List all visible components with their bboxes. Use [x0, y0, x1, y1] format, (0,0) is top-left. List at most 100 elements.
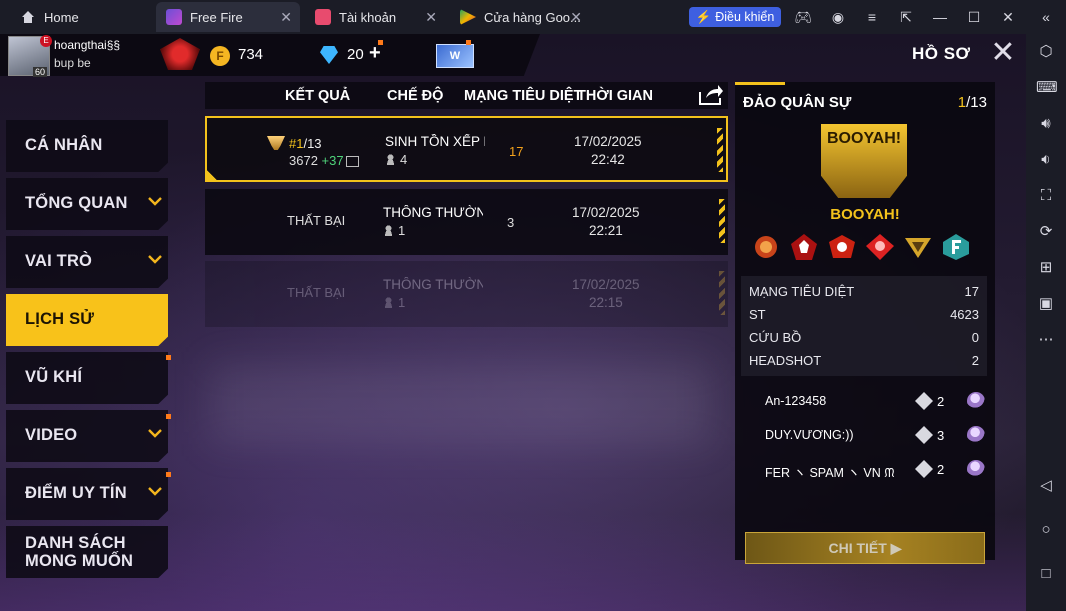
badge-gold-triangle-icon [905, 238, 931, 258]
nav-item-history[interactable]: LỊCH SỬ [6, 294, 168, 346]
details-button[interactable]: CHI TIẾT ▶ [745, 532, 985, 564]
avatar[interactable]: E 60 [8, 35, 52, 77]
menu-icon[interactable]: ≡ [863, 8, 881, 26]
booyah-banner-image: BOOYAH! [821, 124, 907, 198]
close-tab-icon[interactable]: ✕ [570, 9, 582, 26]
teammate-row[interactable]: FER ヽ SPAM ヽ VN ᙏ 2 [741, 454, 987, 488]
nav-item-label: LỊCH SỬ [25, 310, 95, 328]
match-row[interactable]: THẤT BẠI THÔNG THƯỜNG-I 1 3 17/02/2025 2… [205, 189, 728, 255]
teammates-list: An-123458 2 DUY.VƯƠNG:)) 3 FER ヽ SPAM ヽ … [741, 386, 987, 488]
nav-item-weapons[interactable]: VŨ KHÍ [6, 352, 168, 404]
row-stripe [719, 199, 725, 243]
notification-dot [166, 355, 171, 360]
teammate-kills: 3 [937, 428, 945, 443]
volume-down-icon[interactable]: 🔉︎ [1036, 150, 1056, 170]
match-row[interactable]: #1/13 3672 +37 SINH TỒN XẾP HẠNG 4 17 17… [205, 116, 728, 182]
add-friend-icon[interactable] [967, 392, 985, 410]
apk-icon[interactable]: ▣ [1036, 294, 1056, 314]
home-circle-icon[interactable]: ○ [1036, 520, 1056, 540]
multi-instance-icon[interactable]: ⊞ [1036, 258, 1056, 278]
rank-letter-badge: E [40, 35, 52, 47]
badge-teal-f-icon [943, 234, 969, 260]
nav-item-label: ĐIỂM UY TÍN [25, 484, 127, 502]
nav-item-overview[interactable]: TỔNG QUAN [6, 178, 168, 230]
teammate-name: DUY.VƯƠNG:)) [765, 428, 854, 442]
add-friend-icon[interactable] [967, 426, 985, 444]
nav-item-video[interactable]: VIDEO [6, 410, 168, 462]
booyah-banner-text: BOOYAH! [827, 130, 902, 147]
teammate-row[interactable]: DUY.VƯƠNG:)) 3 [741, 420, 987, 454]
column-header-result: KẾT QUẢ [285, 88, 351, 104]
notification-dot [166, 472, 171, 477]
account-icon [315, 9, 331, 25]
add-diamond-button[interactable]: + [369, 42, 381, 65]
settings-hex-icon[interactable]: ⬡ [1036, 42, 1056, 62]
play-store-icon [460, 9, 476, 25]
collapse-sidebar-icon[interactable]: « [1037, 8, 1055, 26]
fullscreen-icon[interactable]: ⇱ [897, 8, 915, 26]
recents-icon[interactable]: □ [1036, 564, 1056, 584]
match-date: 17/02/2025 [572, 205, 640, 220]
tab-free-fire[interactable]: Free Fire ✕ [156, 2, 300, 32]
user-icon[interactable]: ◉ [829, 8, 847, 26]
badge-eagle-red-icon [866, 234, 894, 260]
tab-account[interactable]: Tài khoản ✕ [305, 2, 445, 32]
chevron-down-icon [148, 252, 162, 266]
details-button-label: CHI TIẾT [828, 540, 887, 556]
tab-label: Cửa hàng Goo... [484, 9, 581, 25]
controls-button[interactable]: ⚡ Điều khiển [689, 7, 781, 27]
gold-coin-icon: F [210, 46, 230, 66]
close-tab-icon[interactable]: ✕ [280, 9, 292, 26]
row-corner [206, 169, 218, 181]
stat-row: MẠNG TIÊU DIỆT 17 [749, 284, 979, 299]
map-name: ĐẢO QUÂN SỰ [743, 94, 852, 111]
minimize-icon[interactable]: — [931, 8, 949, 26]
nav-item-role[interactable]: VAI TRÒ [6, 236, 168, 288]
keyboard-icon[interactable]: ⌨ [1036, 78, 1058, 98]
tab-label: Home [44, 9, 79, 25]
achievement-badges [751, 232, 971, 262]
badge-flame-icon [755, 236, 777, 258]
more-icon[interactable]: ⋯ [1036, 330, 1056, 350]
game-viewport: E 60 hoangthai§§ bup be F 734 20 + W HỒ … [0, 34, 1026, 611]
tab-home[interactable]: Home [10, 2, 150, 32]
nav-item-credit-score[interactable]: ĐIỂM UY TÍN [6, 468, 168, 520]
nav-item-wishlist[interactable]: DANH SÁCH MONG MUỐN [6, 526, 168, 578]
screenshot-icon[interactable]: ⛶ [1036, 186, 1056, 206]
badge-star-red-icon [791, 234, 817, 260]
close-window-icon[interactable]: ✕ [999, 8, 1017, 26]
play-arrow-icon: ▶ [890, 540, 902, 556]
controls-label: Điều khiển [715, 10, 775, 24]
match-mode: THÔNG THƯỜNG-I [383, 205, 483, 220]
gamepad-icon[interactable]: 🎮︎ [794, 8, 812, 26]
rotate-icon[interactable]: ⟳ [1036, 222, 1056, 242]
volume-up-icon[interactable]: 🔊︎ [1036, 114, 1056, 134]
person-icon [383, 225, 394, 236]
close-icon[interactable]: ✕ [990, 38, 1016, 68]
chevron-down-icon [148, 194, 162, 208]
close-tab-icon[interactable]: ✕ [425, 9, 437, 26]
profile-nav: CÁ NHÂN TỔNG QUAN VAI TRÒ LỊCH SỬ VŨ KHÍ… [6, 120, 168, 584]
stat-row: CỨU BỒ 0 [749, 330, 979, 345]
level-badge: 60 [33, 67, 48, 77]
tab-google-play[interactable]: Cửa hàng Goo... ✕ [450, 2, 590, 32]
nav-item-personal[interactable]: CÁ NHÂN [6, 120, 168, 172]
teammate-kills: 2 [937, 462, 945, 477]
match-team-size: 1 [383, 295, 405, 310]
tab-label: Free Fire [190, 9, 243, 25]
match-stats: MẠNG TIÊU DIỆT 17 ST 4623 CỨU BỒ 0 HEADSHOT… [741, 276, 987, 376]
add-friend-icon[interactable] [967, 460, 985, 478]
maximize-icon[interactable]: ☐ [965, 8, 983, 26]
notification-dot [466, 40, 471, 45]
placement: 1/13 [957, 94, 987, 111]
person-icon [383, 297, 394, 308]
membership-card-icon[interactable]: W [436, 44, 474, 68]
notification-dot [378, 40, 383, 45]
row-stripe [717, 128, 723, 172]
chevron-down-icon [148, 484, 162, 498]
share-icon[interactable] [698, 84, 724, 106]
teammate-row[interactable]: An-123458 2 [741, 386, 987, 420]
back-icon[interactable]: ◁ [1036, 476, 1056, 496]
match-row[interactable]: THẤT BẠI THÔNG THƯỜNG-I 1 17/02/2025 22:… [205, 261, 728, 327]
browser-tab-bar: Home Free Fire ✕ Tài khoản ✕ Cửa hàng Go… [0, 0, 1066, 35]
